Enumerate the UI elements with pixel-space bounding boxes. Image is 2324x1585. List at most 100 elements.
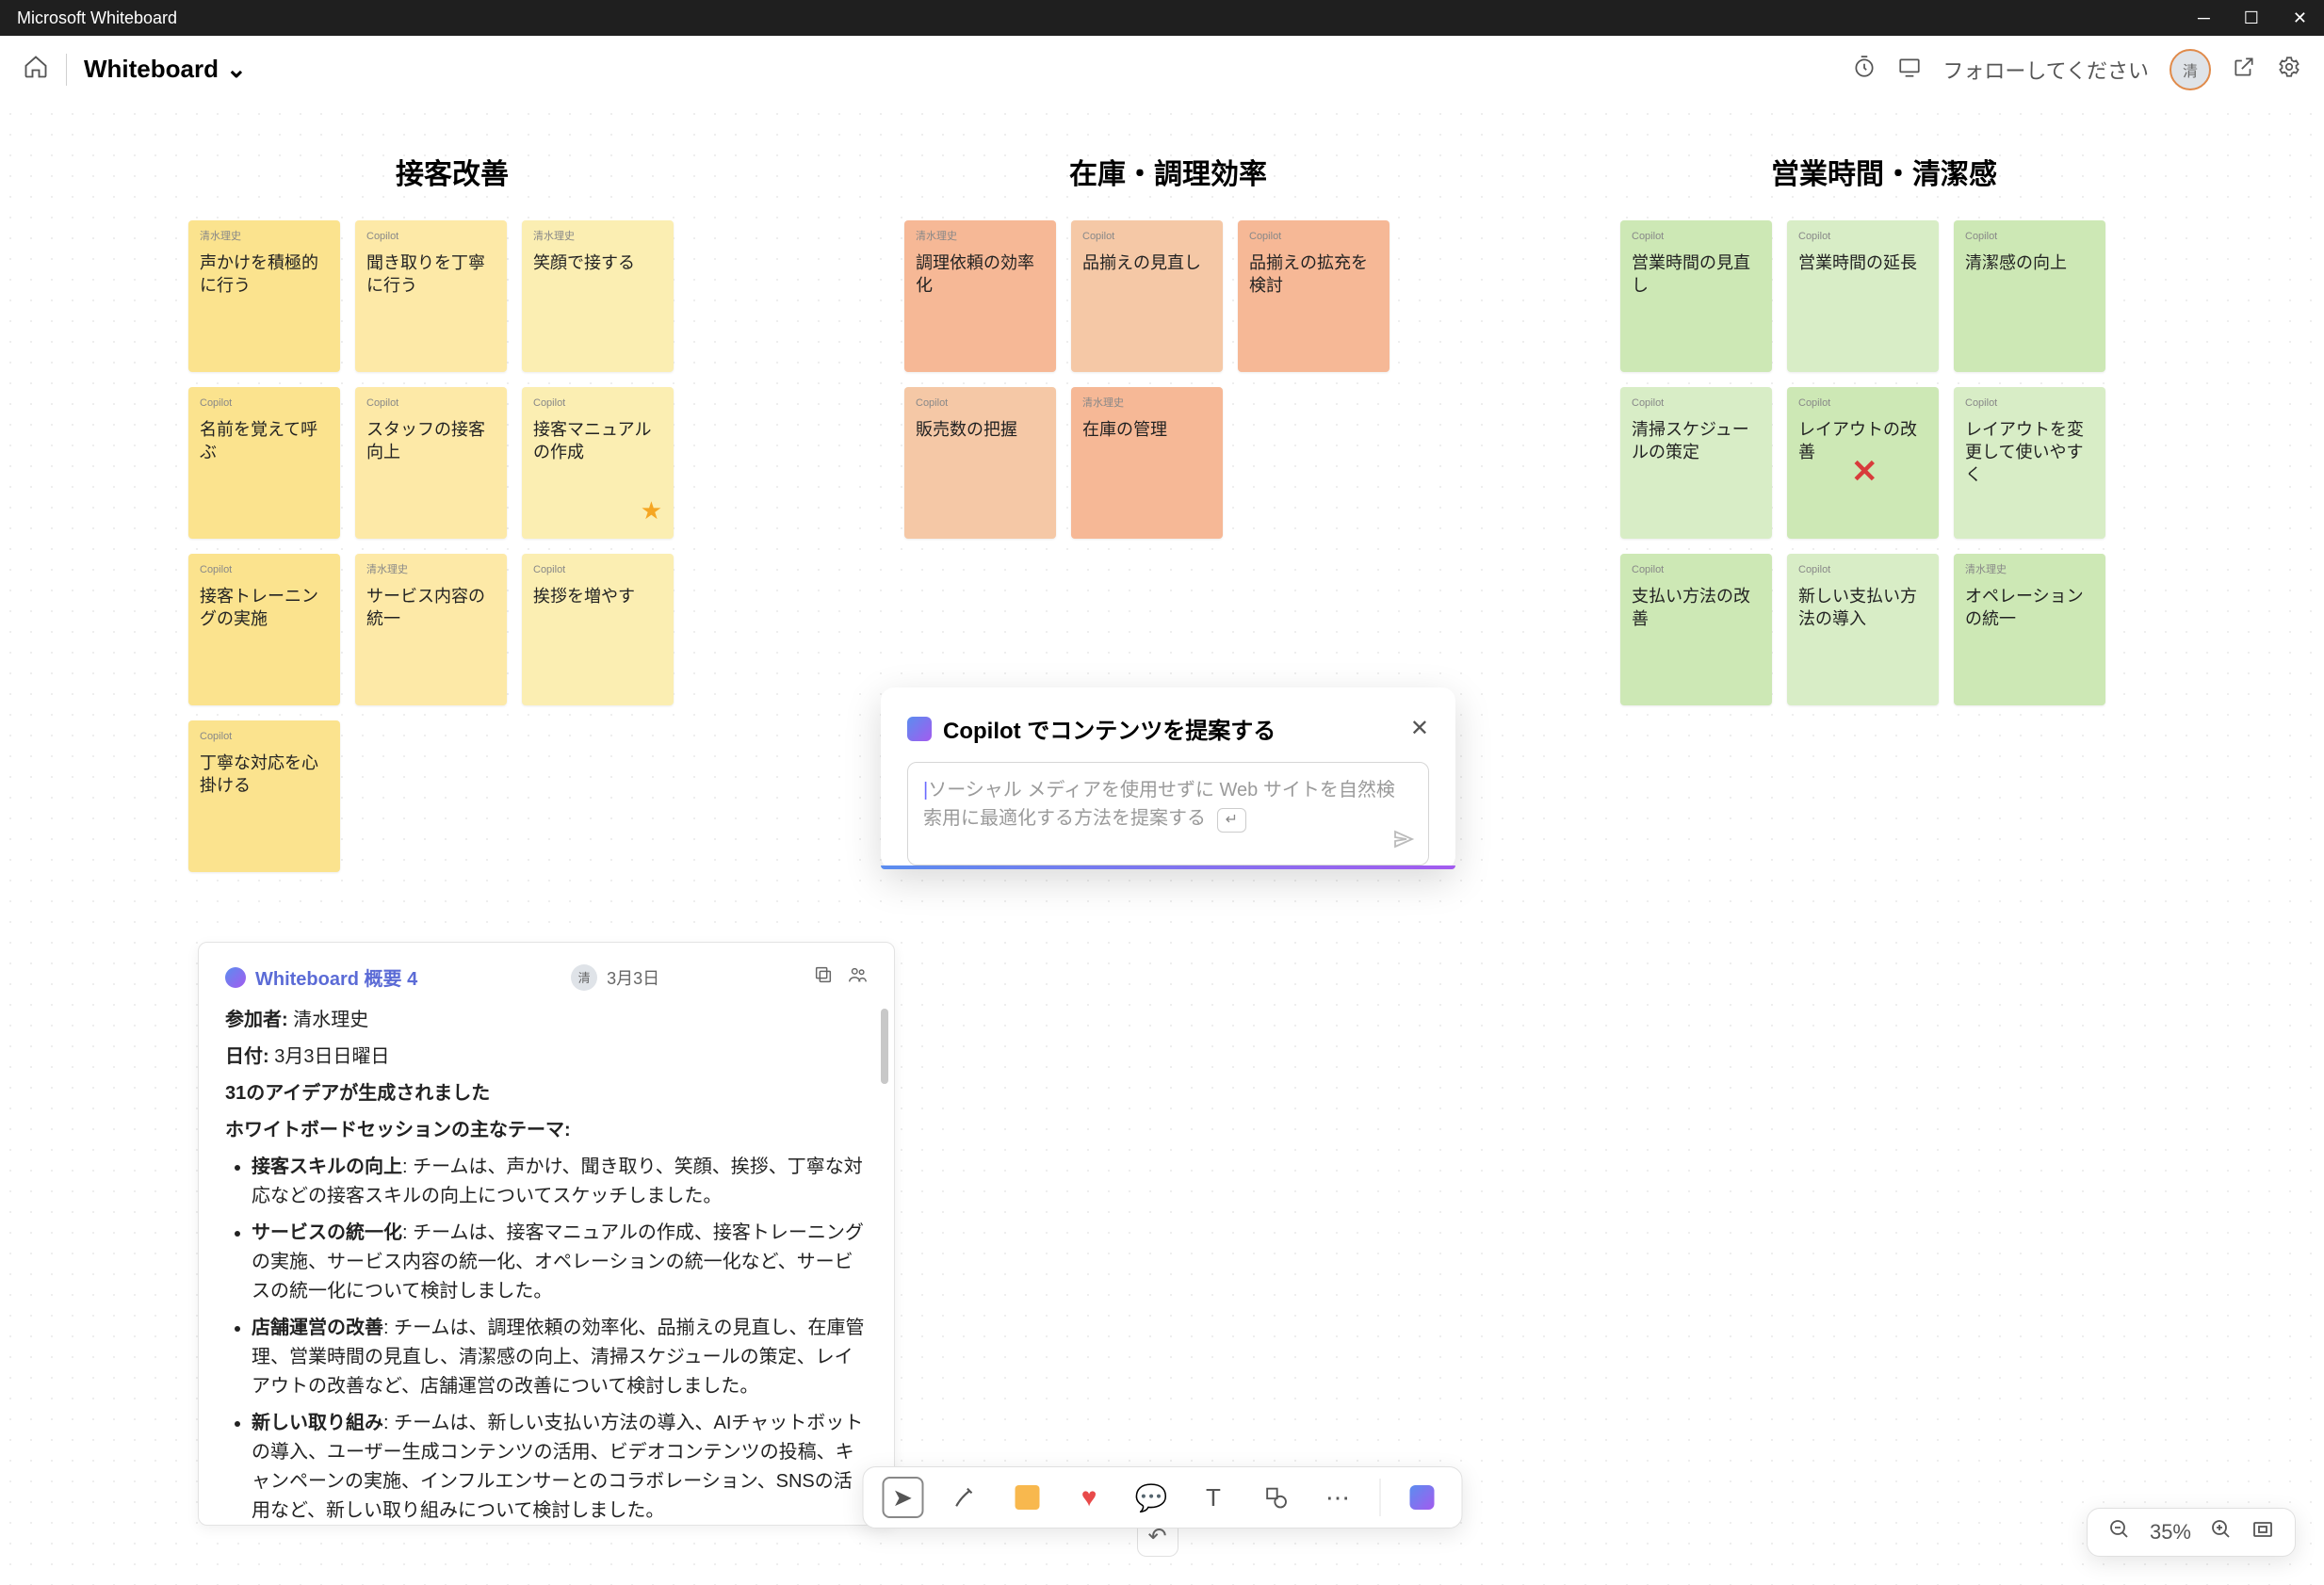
sticky-note[interactable]: 清水理史オペレーションの統一 bbox=[1954, 554, 2105, 705]
copilot-prompt-input[interactable]: |ソーシャル メディアを使用せずに Web サイトを自然検索用に最適化する方法を… bbox=[907, 762, 1429, 865]
copilot-logo-icon bbox=[907, 717, 932, 741]
copilot-tool[interactable] bbox=[1401, 1477, 1442, 1518]
home-icon[interactable] bbox=[23, 54, 49, 85]
sticky-note[interactable]: Copilot 販売数の把握 bbox=[904, 387, 1056, 539]
note-text: 清掃スケジュールの策定 bbox=[1632, 418, 1761, 464]
zoom-in-icon[interactable] bbox=[2210, 1518, 2233, 1546]
sticky-note[interactable]: 清水理史調理依頼の効率化 bbox=[904, 220, 1056, 372]
note-text: サービス内容の統一 bbox=[366, 585, 496, 631]
whiteboard-canvas[interactable]: 接客改善清水理史声かけを積極的に行うCopilot聞き取りを丁寧に行う清水理史笑… bbox=[0, 104, 2324, 1585]
sticky-note[interactable]: 清水理史サービス内容の統一 bbox=[355, 554, 507, 705]
timer-icon[interactable] bbox=[1852, 55, 1877, 85]
summary-meta: 清 3月3日 bbox=[571, 964, 659, 991]
settings-icon[interactable] bbox=[2277, 55, 2301, 85]
pointer-tool[interactable]: ➤ bbox=[882, 1477, 923, 1518]
share-icon[interactable] bbox=[2232, 55, 2256, 85]
summary-date: 3月3日 bbox=[607, 965, 659, 990]
sticky-note[interactable]: Copilot 挨拶を増やす bbox=[522, 554, 674, 705]
ink-tool[interactable] bbox=[944, 1477, 985, 1518]
note-text: 挨拶を増やす bbox=[533, 585, 662, 607]
summary-panel[interactable]: Whiteboard 概要 4 清 3月3日 参加者: 清水理史 日付: 3月3… bbox=[198, 942, 895, 1526]
summary-bullet: 店舗運営の改善: チームは、調理依頼の効率化、品揃えの見直し、在庫管理、営業時間… bbox=[252, 1314, 868, 1401]
send-icon[interactable] bbox=[1392, 828, 1415, 855]
sticky-note[interactable]: 清水理史在庫の管理 bbox=[1071, 387, 1223, 539]
note-author-label: Copilot bbox=[1798, 563, 1927, 577]
copy-icon[interactable] bbox=[813, 964, 834, 990]
sticky-note[interactable]: Copilot聞き取りを丁寧に行う bbox=[355, 220, 507, 372]
sticky-note[interactable]: Copilot 支払い方法の改善 bbox=[1620, 554, 1772, 705]
summary-bullet: サービスの統一化: チームは、接客マニュアルの作成、接客トレーニングの実施、サー… bbox=[252, 1219, 868, 1306]
follow-label[interactable]: フォローしてください bbox=[1942, 55, 2149, 85]
main-toolbar: ➤ ♥ 💬 T ⋯ bbox=[862, 1466, 1462, 1528]
sticky-note[interactable]: Copilot名前を覚えて呼ぶ bbox=[188, 387, 340, 539]
note-text: 名前を覚えて呼ぶ bbox=[200, 418, 329, 464]
sticky-note[interactable]: 清水理史声かけを積極的に行う bbox=[188, 220, 340, 372]
note-text: 聞き取りを丁寧に行う bbox=[366, 251, 496, 298]
window-titlebar: Microsoft Whiteboard ─ ☐ ✕ bbox=[0, 0, 2324, 36]
sticky-note[interactable]: Copilotスタッフの接客向上 bbox=[355, 387, 507, 539]
note-author-label: Copilot bbox=[533, 396, 662, 411]
shapes-tool[interactable] bbox=[1255, 1477, 1296, 1518]
sticky-note[interactable]: Copilot 清掃スケジュールの策定 bbox=[1620, 387, 1772, 539]
toolbar-divider bbox=[1379, 1479, 1380, 1516]
sticky-note[interactable]: Copilotレイアウトの改善✕ bbox=[1787, 387, 1939, 539]
note-text: 営業時間の見直し bbox=[1632, 251, 1761, 298]
note-tool[interactable] bbox=[1006, 1477, 1048, 1518]
note-author-label: Copilot bbox=[200, 730, 329, 744]
summary-bullet: 新しい取り組み: チームは、新しい支払い方法の導入、AIチャットボットの導入、ユ… bbox=[252, 1409, 868, 1526]
note-author-label: Copilot bbox=[1632, 396, 1761, 411]
user-avatar[interactable]: 清 bbox=[2170, 49, 2211, 90]
author-avatar: 清 bbox=[571, 964, 597, 991]
note-author-label: Copilot bbox=[1965, 230, 2094, 244]
minimize-icon[interactable]: ─ bbox=[2198, 8, 2210, 28]
sticky-note[interactable]: Copilot営業時間の見直し bbox=[1620, 220, 1772, 372]
x-mark-icon: ✕ bbox=[1851, 451, 1878, 494]
summary-scrollbar[interactable] bbox=[881, 1009, 888, 1084]
board-name-dropdown[interactable]: Whiteboard ⌄ bbox=[84, 55, 247, 84]
zoom-out-icon[interactable] bbox=[2108, 1518, 2131, 1546]
zoom-control: 35% bbox=[2087, 1508, 2296, 1557]
present-icon[interactable] bbox=[1897, 55, 1922, 85]
dialog-close-icon[interactable]: ✕ bbox=[1410, 715, 1429, 742]
note-text: 支払い方法の改善 bbox=[1632, 585, 1761, 631]
note-author-label: Copilot bbox=[1632, 563, 1761, 577]
sticky-note[interactable]: Copilot 営業時間の延長 bbox=[1787, 220, 1939, 372]
people-icon[interactable] bbox=[847, 964, 868, 990]
comment-tool[interactable]: 💬 bbox=[1130, 1477, 1172, 1518]
note-text: 丁寧な対応を心掛ける bbox=[200, 752, 329, 798]
divider bbox=[66, 54, 67, 86]
sticky-note[interactable]: Copilot品揃えの見直し bbox=[1071, 220, 1223, 372]
note-text: オペレーションの統一 bbox=[1965, 585, 2094, 631]
close-icon[interactable]: ✕ bbox=[2293, 8, 2307, 28]
note-author-label: Copilot bbox=[916, 396, 1045, 411]
sticky-note[interactable]: Copilot品揃えの拡充を検討 bbox=[1238, 220, 1390, 372]
copilot-title: Copilot でコンテンツを提案する bbox=[907, 712, 1276, 745]
column-title: 営業時間・清潔感 bbox=[1620, 151, 2148, 192]
note-author-label: Copilot bbox=[533, 563, 662, 577]
fit-screen-icon[interactable] bbox=[2251, 1518, 2274, 1546]
zoom-level[interactable]: 35% bbox=[2150, 1520, 2191, 1545]
more-tool[interactable]: ⋯ bbox=[1317, 1477, 1358, 1518]
sticky-note[interactable]: Copilot新しい支払い方法の導入 bbox=[1787, 554, 1939, 705]
note-text: 販売数の把握 bbox=[916, 418, 1045, 441]
sticky-note[interactable]: Copilotレイアウトを変更して使いやすく bbox=[1954, 387, 2105, 539]
summary-bullet: 接客スキルの向上: チームは、声かけ、聞き取り、笑顔、挨拶、丁寧な対応などの接客… bbox=[252, 1153, 868, 1211]
star-icon: ★ bbox=[641, 494, 662, 527]
sticky-note[interactable]: Copilot接客マニュアルの作成★ bbox=[522, 387, 674, 539]
sticky-note[interactable]: Copilot 丁寧な対応を心掛ける bbox=[188, 720, 340, 872]
note-author-label: Copilot bbox=[1798, 396, 1927, 411]
text-tool[interactable]: T bbox=[1193, 1477, 1234, 1518]
copilot-dialog: Copilot でコンテンツを提案する ✕ |ソーシャル メディアを使用せずに … bbox=[881, 687, 1455, 869]
note-text: 営業時間の延長 bbox=[1798, 251, 1927, 274]
note-text: 在庫の管理 bbox=[1082, 418, 1211, 441]
note-author-label: Copilot bbox=[1798, 230, 1927, 244]
sticky-note[interactable]: Copilot清潔感の向上 bbox=[1954, 220, 2105, 372]
note-text: 調理依頼の効率化 bbox=[916, 251, 1045, 298]
board-name: Whiteboard bbox=[84, 55, 219, 84]
copilot-logo-icon bbox=[225, 967, 246, 988]
reaction-tool[interactable]: ♥ bbox=[1068, 1477, 1110, 1518]
sticky-note[interactable]: 清水理史笑顔で接する bbox=[522, 220, 674, 372]
maximize-icon[interactable]: ☐ bbox=[2244, 8, 2259, 28]
note-text: 品揃えの拡充を検討 bbox=[1249, 251, 1378, 298]
sticky-note[interactable]: Copilot接客トレーニングの実施 bbox=[188, 554, 340, 705]
